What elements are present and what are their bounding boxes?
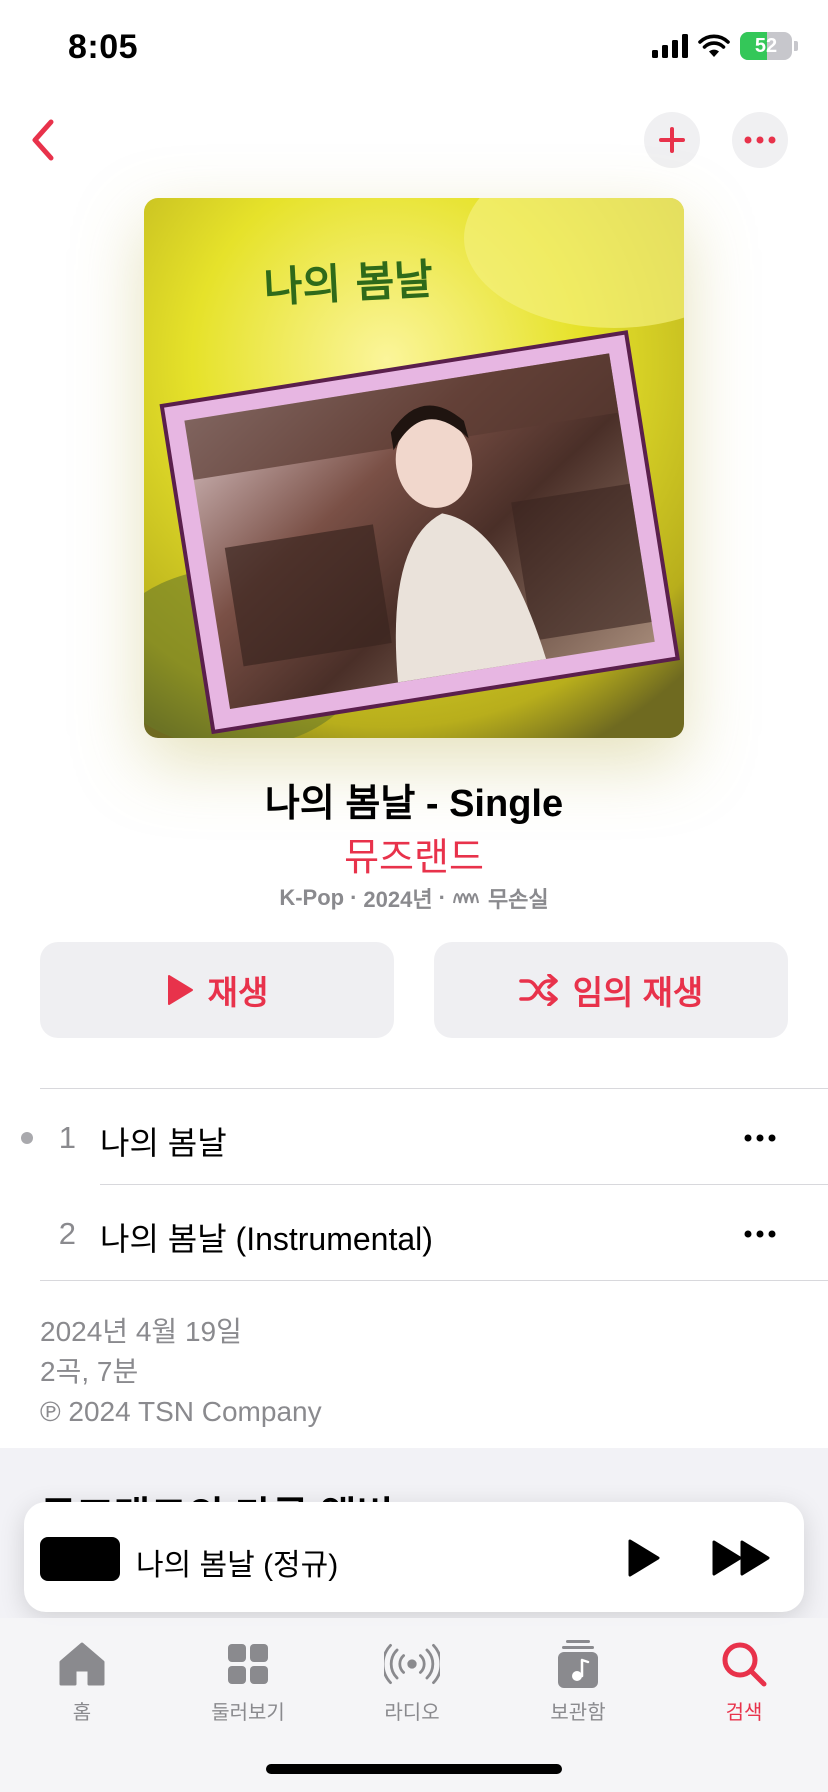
tab-library[interactable]: 보관함 [518,1636,638,1725]
tab-browse[interactable]: 둘러보기 [188,1636,308,1725]
tab-search[interactable]: 검색 [684,1636,804,1725]
more-options-button[interactable] [732,112,788,168]
album-artist-link[interactable]: 뮤즈랜드 [0,826,828,881]
library-icon [558,1640,598,1688]
wifi-icon [698,34,730,57]
now-playing-dot [21,1132,33,1144]
tab-home[interactable]: 홈 [22,1636,142,1725]
battery-indicator: 52 [740,32,792,60]
play-icon [167,975,193,1005]
play-button[interactable]: 재생 [40,942,394,1038]
tracklist-bottom-divider [40,1280,828,1281]
tab-label: 둘러보기 [211,1702,285,1724]
home-indicator[interactable] [266,1764,562,1774]
meta-separator: · [350,885,358,910]
track-title: 나의 봄날 [100,1125,227,1161]
plus-icon [659,127,685,153]
album-meta: K-Pop · 2024년 · 무손실 [0,882,828,914]
track-row[interactable]: 2 나의 봄날 (Instrumental) [0,1186,828,1282]
album-title: 나의 봄날 - Single [264,783,564,825]
shuffle-button[interactable]: 임의 재생 [434,942,788,1038]
track-number: 2 [58,1216,76,1251]
radio-waves-icon [384,1643,440,1685]
tracklist-top-divider [40,1088,828,1089]
battery-cap [794,41,798,51]
search-icon [722,1642,767,1687]
album-genre: K-Pop [279,885,345,910]
release-info: 2024년 4월 19일 2곡, 7분 ℗ 2024 TSN Company [40,1312,322,1432]
house-icon [59,1642,105,1686]
mini-player-title: 나의 봄날 (정규) [136,1549,339,1582]
mini-next-button[interactable] [710,1536,774,1580]
track-title: 나의 봄날 (Instrumental) [100,1221,433,1257]
album-year: 2024년 [363,887,433,912]
tab-label: 홈 [72,1702,92,1724]
release-date: 2024년 4월 19일 [40,1316,242,1347]
cellular-signal-icon [652,34,688,58]
grid-icon [228,1644,268,1684]
album-artwork[interactable]: 나의 봄날 [144,198,684,738]
ellipsis-icon [744,1134,776,1142]
mini-player-artwork [40,1537,120,1581]
lossless-icon [452,893,479,904]
forward-icon [712,1540,770,1576]
play-label: 재생 [207,974,269,1011]
track-summary: 2곡, 7분 [40,1356,139,1387]
tab-label: 검색 [725,1702,763,1724]
cover-title-text: 나의 봄날 [263,254,435,312]
mini-player[interactable]: 나의 봄날 (정규) [24,1502,804,1612]
back-button[interactable] [18,112,68,168]
shuffle-label: 임의 재생 [572,974,704,1011]
battery-percent: 52 [754,35,778,57]
add-to-library-button[interactable] [644,112,700,168]
play-icon [628,1539,660,1577]
track-divider [100,1184,828,1185]
shuffle-icon [518,974,558,1006]
mini-play-button[interactable] [620,1536,664,1580]
album-quality: 무손실 [487,887,549,912]
tab-label: 라디오 [384,1702,440,1724]
ellipsis-icon [744,1230,776,1238]
track-row[interactable]: 1 나의 봄날 [0,1090,828,1186]
chevron-left-icon [32,119,54,161]
track-more-button[interactable] [740,1118,780,1158]
ellipsis-icon [744,136,776,144]
copyright: ℗ 2024 TSN Company [40,1396,322,1427]
status-icons: 52 [652,32,798,60]
tab-label: 보관함 [550,1702,606,1724]
status-bar: 8:05 52 [0,0,828,100]
track-more-button[interactable] [740,1214,780,1254]
track-number: 1 [58,1120,76,1155]
status-time: 8:05 [68,28,139,66]
meta-separator: · [438,885,446,910]
tab-radio[interactable]: 라디오 [352,1636,472,1725]
